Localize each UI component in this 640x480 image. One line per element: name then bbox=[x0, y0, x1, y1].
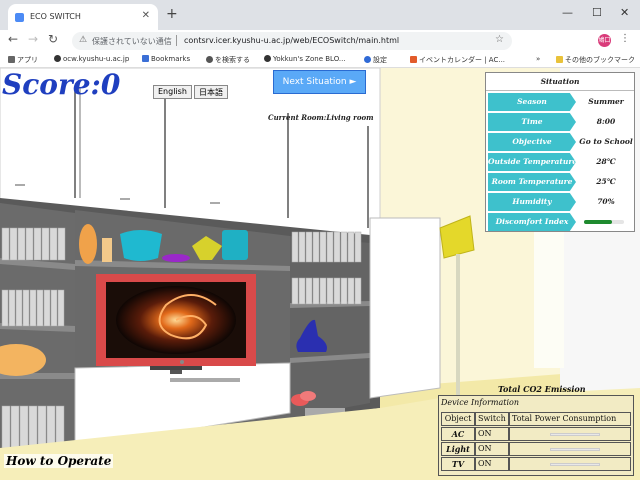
situation-row-discomfort-index: Discomfort Index bbox=[488, 213, 633, 231]
situation-value: 70% bbox=[597, 197, 615, 206]
co2-emission-title: Total CO2 Emission bbox=[498, 384, 586, 394]
bookmark-bookmarks[interactable]: Bookmarks bbox=[142, 55, 190, 63]
globe-icon bbox=[54, 55, 61, 62]
folder-icon bbox=[556, 56, 563, 63]
star-icon bbox=[142, 55, 149, 62]
next-situation-button[interactable]: Next Situation ► bbox=[273, 70, 366, 94]
ac-power-bar bbox=[550, 433, 600, 436]
forward-arrow-icon[interactable]: → bbox=[28, 32, 38, 46]
english-button[interactable]: English bbox=[153, 85, 192, 99]
bookmark-event-calendar[interactable]: イベントカレンダー | AC... bbox=[410, 55, 505, 65]
device-header-switch: Switch bbox=[475, 412, 509, 426]
tab-favicon-icon bbox=[15, 13, 24, 22]
ac-switch-toggle[interactable]: ON bbox=[475, 427, 509, 441]
bookmark-settings[interactable]: 設定 bbox=[364, 55, 387, 65]
maximize-button[interactable]: ☐ bbox=[592, 6, 602, 19]
how-to-operate-link[interactable]: How to Operate bbox=[4, 454, 114, 468]
tv-switch-toggle[interactable]: ON bbox=[475, 457, 509, 471]
light-switch-toggle[interactable]: ON bbox=[475, 442, 509, 456]
reload-icon[interactable]: ↻ bbox=[48, 32, 58, 46]
omnibox-divider bbox=[176, 35, 177, 46]
situation-row-humidity: Humidity 70% bbox=[488, 193, 633, 211]
back-arrow-icon[interactable]: ← bbox=[8, 32, 18, 46]
bookmark-star-icon[interactable]: ☆ bbox=[495, 34, 504, 45]
search-icon bbox=[206, 56, 213, 63]
situation-value: Go to School bbox=[579, 137, 633, 146]
situation-value: 25℃ bbox=[596, 177, 616, 186]
minimize-button[interactable]: — bbox=[562, 6, 573, 19]
window-close-button[interactable]: ✕ bbox=[620, 6, 629, 19]
bookmarks-bar: アプリ ocw.kyushu-u.ac.jp Bookmarks を検索する Y… bbox=[0, 52, 640, 68]
bookmark-yokkun[interactable]: Yokkun's Zone BLO... bbox=[264, 55, 346, 63]
device-information-panel: Device Information Object Switch Total P… bbox=[438, 395, 634, 476]
menu-dots-icon[interactable]: ⋮ bbox=[620, 33, 630, 44]
situation-label: Room Temperature bbox=[488, 173, 576, 191]
situation-value: 8:00 bbox=[596, 117, 616, 126]
situation-label: Time bbox=[488, 113, 576, 131]
situation-row-room-temperature: Room Temperature 25℃ bbox=[488, 173, 633, 191]
device-object-light: Light bbox=[441, 442, 475, 456]
tab-close-icon[interactable]: ✕ bbox=[142, 10, 150, 21]
device-header-power: Total Power Consumption bbox=[509, 412, 631, 426]
situation-label: Outside Temperature bbox=[488, 153, 576, 171]
situation-panel: Situation Season Summer Time 8:00 Object… bbox=[485, 72, 635, 232]
apps-grid-icon bbox=[8, 56, 15, 63]
light-power-bar bbox=[550, 448, 600, 451]
situation-label: Discomfort Index bbox=[488, 213, 576, 231]
tv-power-consumption bbox=[509, 457, 631, 471]
address-bar[interactable]: ⚠ 保護されていない通信 contsrv.icer.kyushu-u.ac.jp… bbox=[72, 32, 512, 50]
discomfort-index-fill bbox=[584, 220, 612, 224]
situation-label: Season bbox=[488, 93, 576, 111]
bookmarks-overflow[interactable]: » bbox=[536, 55, 540, 63]
light-power-consumption bbox=[509, 442, 631, 456]
bookmark-search[interactable]: を検索する bbox=[206, 55, 250, 65]
bookmark-other[interactable]: その他のブックマーク bbox=[556, 55, 635, 65]
discomfort-index-bar bbox=[584, 220, 624, 224]
browser-tab[interactable]: ECO SWITCH ✕ bbox=[8, 4, 158, 30]
ac-power-consumption bbox=[509, 427, 631, 441]
device-object-tv: TV bbox=[441, 457, 475, 471]
situation-row-season: Season Summer bbox=[488, 93, 633, 111]
situation-label: Objective bbox=[488, 133, 576, 151]
situation-value: 28℃ bbox=[596, 157, 616, 166]
score-display: Score:0 bbox=[2, 68, 121, 101]
tv-power-bar bbox=[550, 463, 600, 466]
bookmark-ocw[interactable]: ocw.kyushu-u.ac.jp bbox=[54, 55, 129, 63]
japanese-button[interactable]: 日本語 bbox=[194, 85, 228, 99]
situation-title: Situation bbox=[486, 73, 634, 91]
warning-icon: ⚠ bbox=[79, 35, 88, 45]
situation-label: Humidity bbox=[488, 193, 576, 211]
device-information-title: Device Information bbox=[441, 398, 519, 407]
bookmark-apps[interactable]: アプリ bbox=[8, 55, 38, 65]
game-viewport[interactable]: Score:0 English 日本語 Next Situation ► Cur… bbox=[0, 68, 640, 480]
tab-title: ECO SWITCH bbox=[30, 12, 81, 21]
avatar[interactable]: 鳩口 bbox=[598, 34, 611, 47]
situation-row-objective: Objective Go to School bbox=[488, 133, 633, 151]
device-header-object: Object bbox=[441, 412, 475, 426]
browser-tab-bar: ECO SWITCH ✕ + — ☐ ✕ bbox=[0, 0, 640, 30]
current-room-label: Current Room:Living room bbox=[268, 113, 374, 122]
new-tab-button[interactable]: + bbox=[166, 6, 178, 22]
security-status: 保護されていない通信 bbox=[92, 37, 172, 46]
situation-value: Summer bbox=[588, 97, 624, 106]
device-object-ac: AC bbox=[441, 427, 475, 441]
address-toolbar: ← → ↻ ⚠ 保護されていない通信 contsrv.icer.kyushu-u… bbox=[0, 30, 640, 75]
situation-row-outside-temperature: Outside Temperature 28℃ bbox=[488, 153, 633, 171]
url-text[interactable]: contsrv.icer.kyushu-u.ac.jp/web/ECOSwitc… bbox=[184, 36, 399, 45]
calendar-icon bbox=[410, 56, 417, 63]
situation-row-time: Time 8:00 bbox=[488, 113, 633, 131]
globe-icon bbox=[264, 55, 271, 62]
gear-icon bbox=[364, 56, 371, 63]
